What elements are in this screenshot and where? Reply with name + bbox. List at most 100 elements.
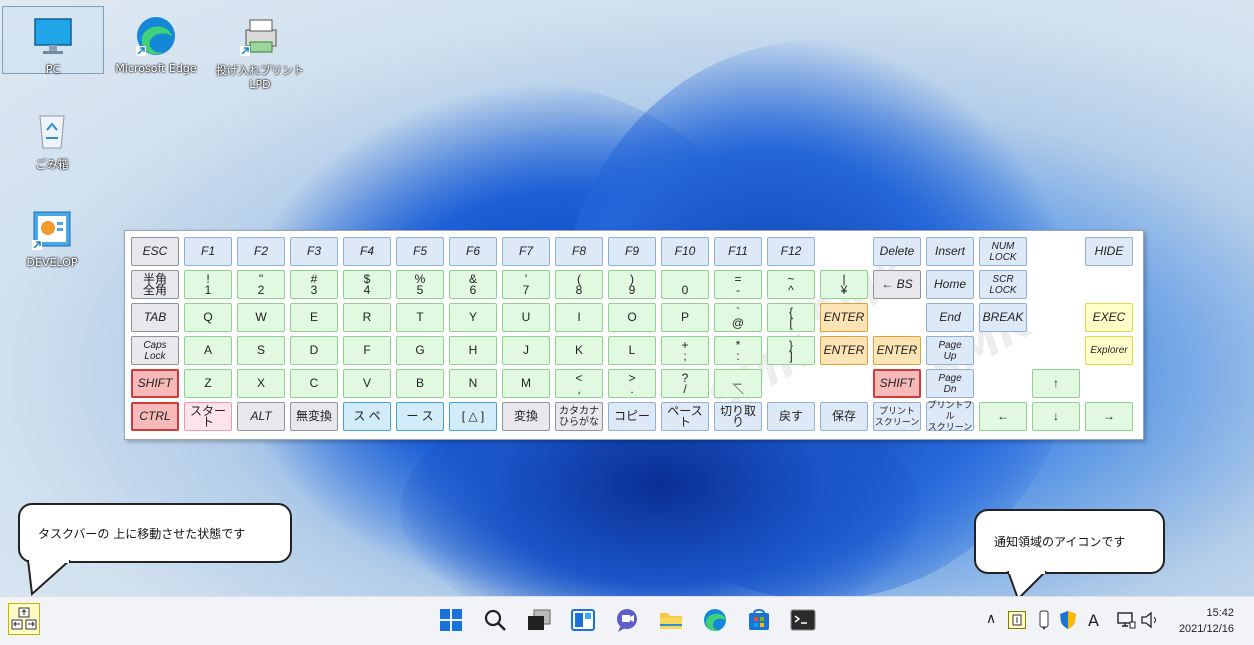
key-shift[interactable]: SHIFT [873, 369, 921, 398]
key-l[interactable]: L [608, 336, 656, 365]
key-g[interactable]: G [396, 336, 444, 365]
key-symbol[interactable]: ? / [661, 369, 709, 398]
key-delete[interactable]: Delete [873, 237, 921, 266]
key-caps-lock[interactable]: Caps Lock [131, 336, 179, 365]
key-symbol[interactable]: 変換 [502, 402, 550, 431]
desktop-icon-develop[interactable]: DEVELOP [2, 200, 102, 269]
desktop-icon-pc[interactable]: PC [2, 6, 104, 76]
tray-chevron-icon[interactable]: ∧ [986, 611, 996, 627]
key-z[interactable]: Z [184, 369, 232, 398]
key-f6[interactable]: F6 [449, 237, 497, 266]
start-icon[interactable] [436, 605, 466, 635]
key-scr-lock[interactable]: SCR LOCK [979, 270, 1027, 299]
key-symbol[interactable]: + ; [661, 336, 709, 365]
key-r[interactable]: R [343, 303, 391, 332]
chat-icon[interactable] [612, 605, 642, 635]
key-9[interactable]: ) 9 [608, 270, 656, 299]
key-f11[interactable]: F11 [714, 237, 762, 266]
desktop-icon-edge[interactable]: Microsoft Edge [106, 6, 206, 75]
key-n[interactable]: N [449, 369, 497, 398]
key-symbol[interactable]: < , [555, 369, 603, 398]
key-f3[interactable]: F3 [290, 237, 338, 266]
key-t[interactable]: T [396, 303, 444, 332]
key-symbol[interactable]: プリント スクリーン [873, 402, 921, 431]
key-2[interactable]: " 2 [237, 270, 285, 299]
pen-icon[interactable] [1036, 609, 1054, 635]
key-m[interactable]: M [502, 369, 550, 398]
key-break[interactable]: BREAK [979, 303, 1027, 332]
key-symbol[interactable]: ス ペ [343, 402, 391, 431]
key-a[interactable]: A [184, 336, 232, 365]
key-f5[interactable]: F5 [396, 237, 444, 266]
volume-icon[interactable] [1140, 610, 1160, 634]
key-symbol[interactable]: 切り取り [714, 402, 762, 431]
key-page-up[interactable]: Page Up [926, 336, 974, 365]
key-u[interactable]: U [502, 303, 550, 332]
key-symbol[interactable]: プリントフル スクリーン [926, 400, 974, 432]
key-shift[interactable]: SHIFT [131, 369, 179, 398]
key-3[interactable]: # 3 [290, 270, 338, 299]
key-f12[interactable]: F12 [767, 237, 815, 266]
key-symbol[interactable]: * : [714, 336, 762, 365]
key-explorer[interactable]: Explorer [1085, 336, 1133, 365]
key-8[interactable]: ( 8 [555, 270, 603, 299]
key-symbol[interactable]: ~ ^ [767, 270, 815, 299]
key-symbol[interactable]: > . [608, 369, 656, 398]
key-enter[interactable]: ENTER [820, 303, 868, 332]
key-k[interactable]: K [555, 336, 603, 365]
key-symbol[interactable]: 保存 [820, 402, 868, 431]
key-symbol[interactable]: ` @ [714, 303, 762, 332]
key-y[interactable]: Y [449, 303, 497, 332]
key-num-lock[interactable]: NUM LOCK [979, 237, 1027, 266]
widgets-icon[interactable] [568, 605, 598, 635]
key-page-dn[interactable]: Page Dn [926, 369, 974, 398]
key-0[interactable]: 0 [661, 270, 709, 299]
key-symbol[interactable]: ↑ [1032, 369, 1080, 398]
key-exec[interactable]: EXEC [1085, 303, 1133, 332]
key-d[interactable]: D [290, 336, 338, 365]
key-s[interactable]: S [237, 336, 285, 365]
keyboard-tool-tray-icon[interactable] [1008, 611, 1026, 629]
key-symbol[interactable]: スタート [184, 402, 232, 431]
key-symbol[interactable]: = - [714, 270, 762, 299]
key-symbol[interactable]: ー ス [396, 402, 444, 431]
key-e[interactable]: E [290, 303, 338, 332]
key-j[interactable]: J [502, 336, 550, 365]
key-symbol[interactable]: 無変換 [290, 402, 338, 431]
key-symbol[interactable]: ペースト [661, 402, 709, 431]
key-h[interactable]: H [449, 336, 497, 365]
key-7[interactable]: ' 7 [502, 270, 550, 299]
desktop-icon-recycle-bin[interactable]: ごみ箱 [2, 100, 102, 172]
key-1[interactable]: ! 1 [184, 270, 232, 299]
keyboard-tool-icon[interactable] [8, 603, 40, 635]
key-esc[interactable]: ESC [131, 237, 179, 266]
ime-mode-icon[interactable]: A [1088, 611, 1099, 630]
key-v[interactable]: V [343, 369, 391, 398]
key-bs[interactable]: ← BS [873, 270, 921, 299]
key-symbol[interactable]: [ △ ] [449, 402, 497, 431]
store-icon[interactable] [744, 605, 774, 635]
key-f2[interactable]: F2 [237, 237, 285, 266]
key-hide[interactable]: HIDE [1085, 237, 1133, 266]
key-symbol[interactable]: { [ [767, 303, 815, 332]
key-end[interactable]: End [926, 303, 974, 332]
key-symbol[interactable]: 半角 全角 [131, 270, 179, 299]
key-p[interactable]: P [661, 303, 709, 332]
key-f8[interactable]: F8 [555, 237, 603, 266]
key-symbol[interactable]: _ ＼ [714, 369, 762, 398]
key-enter[interactable]: ENTER [873, 336, 921, 365]
key-enter[interactable]: ENTER [820, 336, 868, 365]
key-symbol[interactable]: | ¥ [820, 270, 868, 299]
desktop-icon-print-lpd[interactable]: 投げ入れプリントLPD [210, 6, 310, 91]
task-view-icon[interactable] [524, 605, 554, 635]
key-insert[interactable]: Insert [926, 237, 974, 266]
key-b[interactable]: B [396, 369, 444, 398]
key-symbol[interactable]: 戻す [767, 402, 815, 431]
key-i[interactable]: I [555, 303, 603, 332]
search-icon[interactable] [480, 605, 510, 635]
network-icon[interactable] [1116, 610, 1136, 634]
key-symbol[interactable]: ← [979, 402, 1027, 431]
key-symbol[interactable]: コピー [608, 402, 656, 431]
key-q[interactable]: Q [184, 303, 232, 332]
security-shield-icon[interactable] [1058, 610, 1078, 634]
